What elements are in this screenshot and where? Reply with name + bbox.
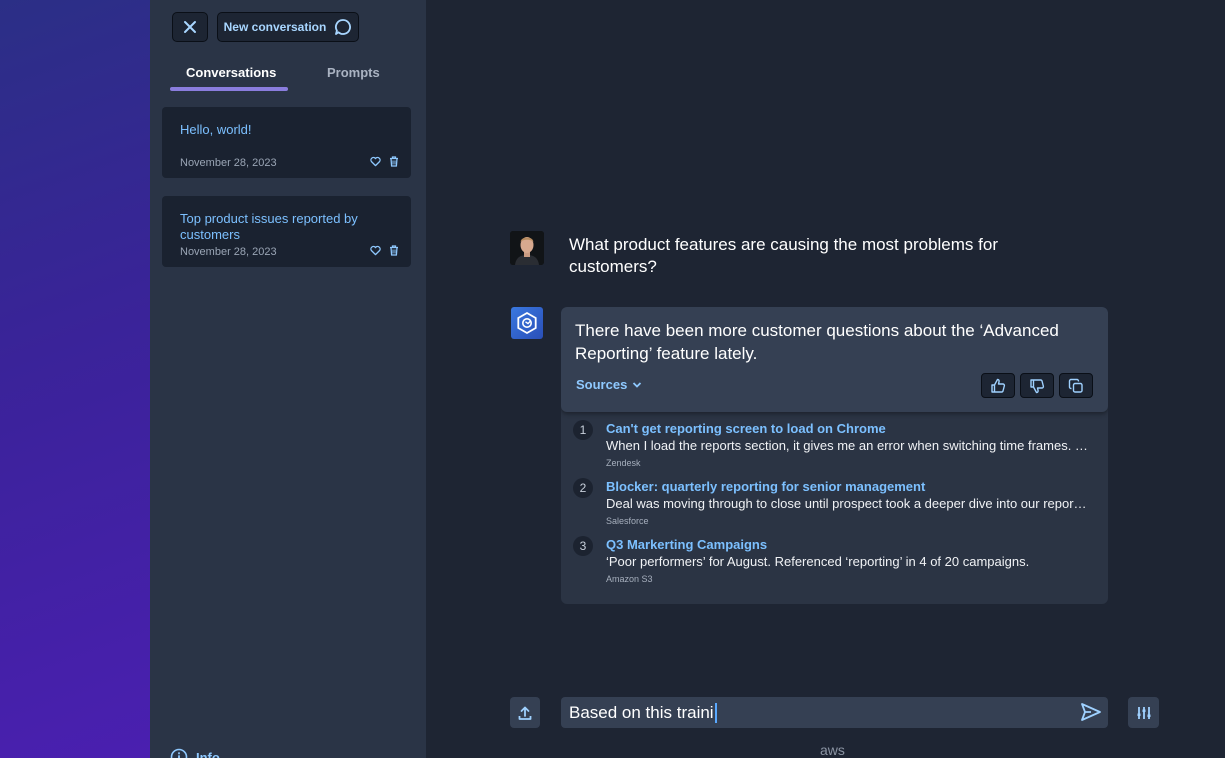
sources-toggle[interactable]: Sources (576, 377, 642, 392)
chat-input-value: Based on this traini (569, 702, 714, 722)
new-conversation-button[interactable]: New conversation (217, 12, 359, 42)
heart-icon[interactable] (370, 156, 381, 167)
thumbs-up-icon (991, 378, 1006, 393)
source-origin: Amazon S3 (606, 574, 653, 584)
new-conversation-label: New conversation (223, 20, 327, 34)
close-sidebar-button[interactable] (172, 12, 208, 42)
conversation-item[interactable]: Top product issues reported by customers… (162, 196, 411, 267)
copy-icon (1068, 378, 1083, 393)
user-avatar (510, 231, 544, 265)
sidebar-tabs: Conversations Prompts (170, 58, 406, 92)
heart-icon[interactable] (370, 245, 381, 256)
chat-bubble-icon (335, 19, 352, 35)
conversation-date: November 28, 2023 (180, 157, 277, 169)
source-number: 2 (573, 478, 593, 498)
info-icon (170, 748, 188, 758)
source-title-link[interactable]: Can't get reporting screen to load on Ch… (606, 421, 886, 436)
conversation-title: Hello, world! (180, 122, 252, 137)
source-number: 3 (573, 536, 593, 556)
source-origin: Zendesk (606, 458, 641, 468)
user-message: What product features are causing the mo… (569, 235, 998, 276)
send-icon[interactable] (1080, 702, 1102, 722)
upload-button[interactable] (510, 697, 540, 728)
source-number: 1 (573, 420, 593, 440)
text-caret (714, 702, 717, 723)
background-gradient-strip (0, 0, 150, 758)
assistant-message: There have been more customer questions … (575, 321, 1059, 363)
thumbs-down-icon (1030, 378, 1045, 393)
trash-icon[interactable] (389, 245, 399, 256)
settings-button[interactable] (1128, 697, 1159, 728)
sliders-icon (1137, 706, 1150, 719)
source-snippet: When I load the reports section, it give… (606, 438, 1088, 453)
conversation-date: November 28, 2023 (180, 246, 277, 258)
tab-conversations[interactable]: Conversations (186, 65, 276, 80)
chat-input[interactable]: Based on this traini (561, 697, 1108, 728)
thumbs-up-button[interactable] (981, 373, 1015, 398)
source-title-link[interactable]: Q3 Markerting Campaigns (606, 537, 767, 552)
source-title-link[interactable]: Blocker: quarterly reporting for senior … (606, 479, 925, 494)
info-label: Info (196, 749, 220, 758)
source-origin: Salesforce (606, 516, 649, 526)
active-tab-indicator (170, 87, 288, 91)
aws-logo: aws (820, 742, 845, 758)
assistant-message-card: There have been more customer questions … (561, 307, 1108, 412)
trash-icon[interactable] (389, 156, 399, 167)
conversation-title: Top product issues reported by customers (180, 211, 358, 242)
assistant-avatar (511, 307, 543, 339)
sidebar: New conversation Conversations Prompts H… (150, 0, 426, 758)
close-icon (184, 21, 196, 33)
copy-button[interactable] (1059, 373, 1093, 398)
upload-icon (518, 706, 532, 720)
source-snippet: ‘Poor performers’ for August. Referenced… (606, 554, 1030, 569)
conversation-item[interactable]: Hello, world! November 28, 2023 (162, 107, 411, 178)
tab-prompts[interactable]: Prompts (327, 65, 380, 80)
thumbs-down-button[interactable] (1020, 373, 1054, 398)
info-link[interactable]: Info (170, 748, 220, 758)
chevron-down-icon (633, 381, 642, 388)
source-snippet: Deal was moving through to close until p… (606, 496, 1087, 511)
sources-label: Sources (576, 377, 628, 392)
assistant-response: There have been more customer questions … (561, 307, 1108, 604)
